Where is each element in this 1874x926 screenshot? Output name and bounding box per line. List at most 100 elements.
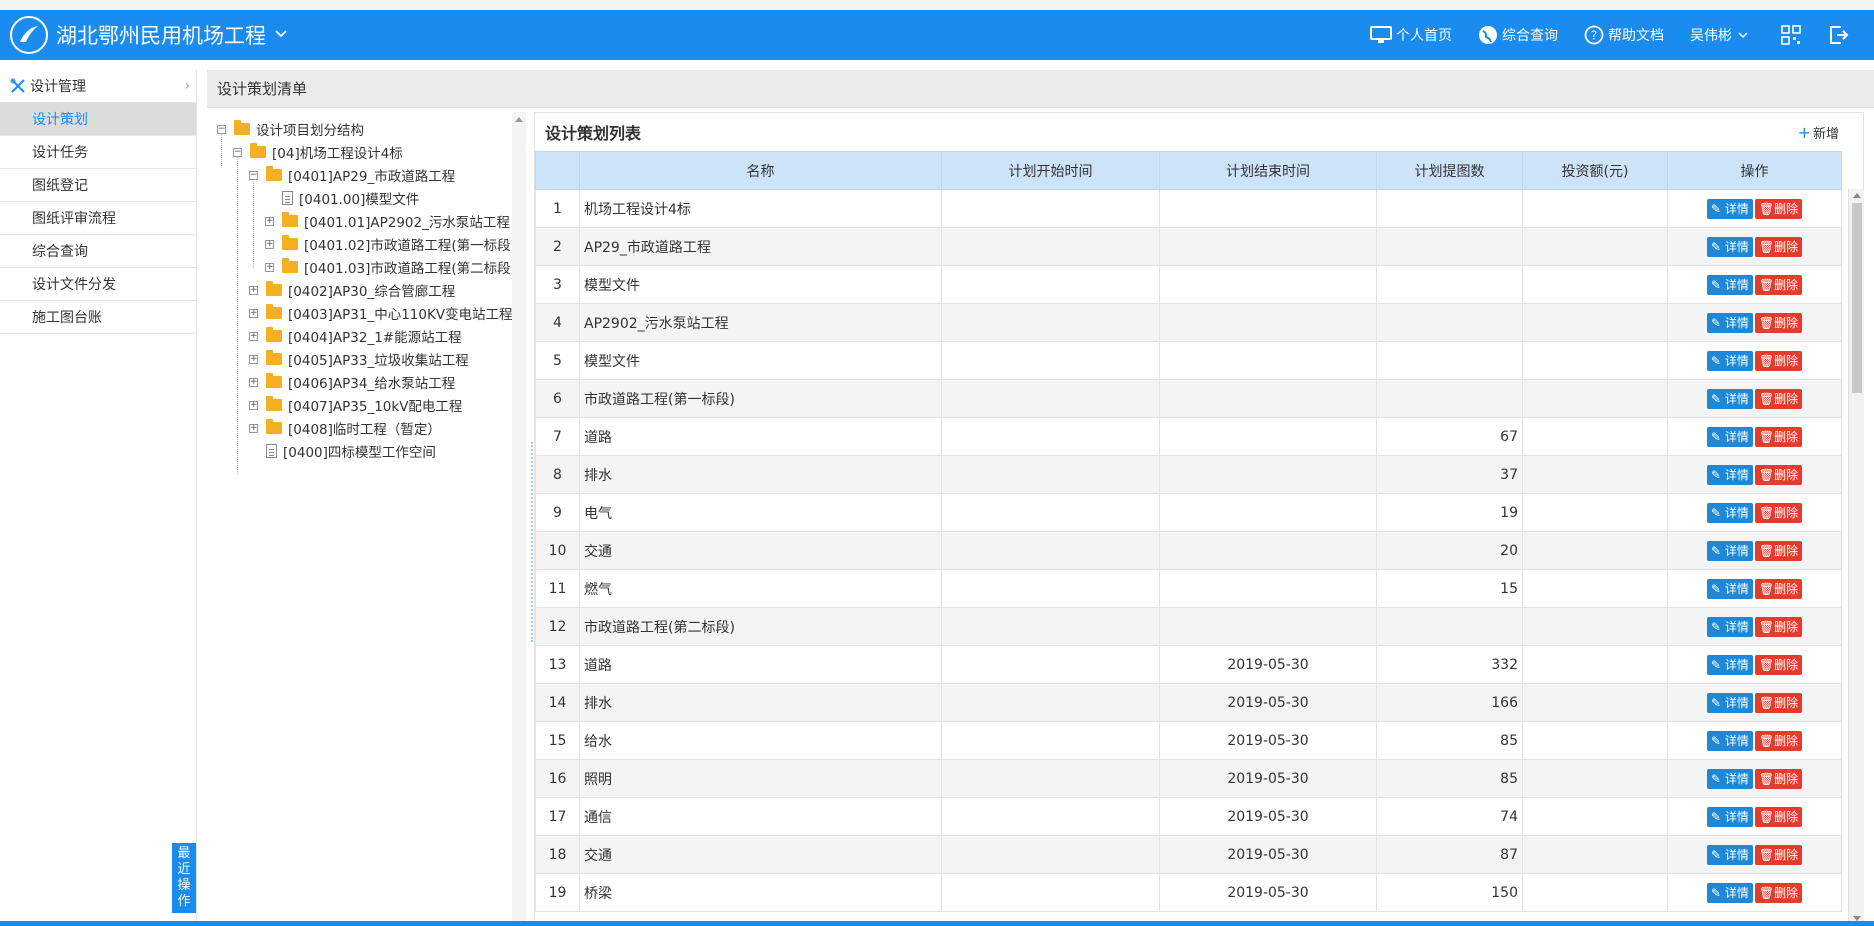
delete-button[interactable]: 🗑删除 [1754, 730, 1803, 751]
table-row[interactable]: 17 通信 2019-05-30 74 ✎ 详情 🗑删除 [535, 797, 1842, 836]
detail-button[interactable]: ✎ 详情 [1706, 388, 1753, 409]
delete-button[interactable]: 🗑删除 [1754, 388, 1803, 409]
delete-button[interactable]: 🗑删除 [1754, 882, 1803, 903]
tree-node-0400[interactable]: [0400]四标模型工作空间 [249, 438, 436, 464]
table-row[interactable]: 12 市政道路工程(第二标段) ✎ 详情 🗑删除 [535, 607, 1842, 646]
detail-button[interactable]: ✎ 详情 [1706, 540, 1753, 561]
detail-button[interactable]: ✎ 详情 [1706, 236, 1753, 257]
chevron-down-icon[interactable] [274, 27, 288, 43]
delete-button[interactable]: 🗑删除 [1754, 236, 1803, 257]
delete-button[interactable]: 🗑删除 [1754, 844, 1803, 865]
detail-button[interactable]: ✎ 详情 [1706, 578, 1753, 599]
nav-query[interactable]: 综合查询 [1478, 25, 1558, 45]
delete-button[interactable]: 🗑删除 [1754, 806, 1803, 827]
delete-button[interactable]: 🗑删除 [1754, 502, 1803, 523]
detail-button[interactable]: ✎ 详情 [1706, 464, 1753, 485]
add-button[interactable]: + 新增 [1798, 123, 1839, 142]
expand-icon[interactable]: + [249, 285, 258, 295]
table-row[interactable]: 2 AP29_市政道路工程 ✎ 详情 🗑删除 [535, 227, 1842, 266]
expand-icon[interactable]: + [265, 239, 274, 249]
table-scrollbar[interactable] [1848, 189, 1864, 925]
detail-button[interactable]: ✎ 详情 [1706, 616, 1753, 637]
table-row[interactable]: 14 排水 2019-05-30 166 ✎ 详情 🗑删除 [535, 683, 1842, 722]
table-row[interactable]: 16 照明 2019-05-30 85 ✎ 详情 🗑删除 [535, 759, 1842, 798]
tree-scrollbar[interactable] [512, 112, 526, 926]
delete-button[interactable]: 🗑删除 [1754, 540, 1803, 561]
table-row[interactable]: 13 道路 2019-05-30 332 ✎ 详情 🗑删除 [535, 645, 1842, 684]
table-row[interactable]: 8 排水 37 ✎ 详情 🗑删除 [535, 455, 1842, 494]
delete-button[interactable]: 🗑删除 [1754, 350, 1803, 371]
detail-button[interactable]: ✎ 详情 [1706, 426, 1753, 447]
detail-button[interactable]: ✎ 详情 [1706, 502, 1753, 523]
col-count[interactable]: 计划提图数 [1376, 151, 1523, 190]
scroll-thumb[interactable] [1852, 203, 1862, 393]
delete-button[interactable]: 🗑删除 [1754, 578, 1803, 599]
table-row[interactable]: 19 桥梁 2019-05-30 150 ✎ 详情 🗑删除 [535, 873, 1842, 912]
nav-home-label: 个人首页 [1396, 28, 1452, 44]
sidebar-section-design-management[interactable]: 设计管理 › [0, 70, 196, 103]
table-row[interactable]: 9 电气 19 ✎ 详情 🗑删除 [535, 493, 1842, 532]
sidebar-item-design-task[interactable]: 设计任务 [0, 136, 196, 169]
delete-button[interactable]: 🗑删除 [1754, 464, 1803, 485]
col-invest[interactable]: 投资额(元) [1522, 151, 1668, 190]
table-row[interactable]: 5 模型文件 ✎ 详情 🗑删除 [535, 341, 1842, 380]
sidebar-item-design-plan[interactable]: 设计策划 [0, 103, 196, 136]
logout-icon[interactable] [1826, 22, 1852, 48]
collapse-icon[interactable]: − [233, 147, 242, 157]
delete-button[interactable]: 🗑删除 [1754, 654, 1803, 675]
col-start[interactable]: 计划开始时间 [941, 151, 1160, 190]
table-row[interactable]: 18 交通 2019-05-30 87 ✎ 详情 🗑删除 [535, 835, 1842, 874]
delete-button[interactable]: 🗑删除 [1754, 274, 1803, 295]
scroll-up-icon[interactable] [1853, 193, 1861, 198]
table-row[interactable]: 15 给水 2019-05-30 85 ✎ 详情 🗑删除 [535, 721, 1842, 760]
table-row[interactable]: 11 燃气 15 ✎ 详情 🗑删除 [535, 569, 1842, 608]
nav-home[interactable]: 个人首页 [1370, 25, 1452, 45]
delete-button[interactable]: 🗑删除 [1754, 692, 1803, 713]
expand-icon[interactable]: + [249, 377, 258, 387]
nav-help[interactable]: ? 帮助文档 [1584, 25, 1664, 45]
app-title[interactable]: 湖北鄂州民用机场工程 [56, 20, 266, 50]
detail-button[interactable]: ✎ 详情 [1706, 844, 1753, 865]
expand-icon[interactable]: + [249, 308, 258, 318]
detail-button[interactable]: ✎ 详情 [1706, 312, 1753, 333]
sidebar-item-query[interactable]: 综合查询 [0, 235, 196, 268]
expand-icon[interactable]: + [249, 423, 258, 433]
delete-button[interactable]: 🗑删除 [1754, 768, 1803, 789]
expand-icon[interactable]: + [249, 400, 258, 410]
delete-button[interactable]: 🗑删除 [1754, 198, 1803, 219]
qrcode-icon[interactable] [1778, 22, 1804, 48]
detail-button[interactable]: ✎ 详情 [1706, 730, 1753, 751]
detail-button[interactable]: ✎ 详情 [1706, 274, 1753, 295]
sidebar-item-drawing-register[interactable]: 图纸登记 [0, 169, 196, 202]
table-row[interactable]: 6 市政道路工程(第一标段) ✎ 详情 🗑删除 [535, 379, 1842, 418]
sidebar-item-drawing-review[interactable]: 图纸评审流程 [0, 202, 196, 235]
expand-icon[interactable]: + [265, 216, 274, 226]
row-actions: ✎ 详情 🗑删除 [1667, 417, 1842, 456]
table-row[interactable]: 4 AP2902_污水泵站工程 ✎ 详情 🗑删除 [535, 303, 1842, 342]
sidebar-item-construction-ledger[interactable]: 施工图台账 [0, 301, 196, 334]
table-row[interactable]: 3 模型文件 ✎ 详情 🗑删除 [535, 265, 1842, 304]
col-name[interactable]: 名称 [579, 151, 942, 190]
expand-icon[interactable]: + [249, 331, 258, 341]
expand-icon[interactable]: + [265, 262, 274, 272]
collapse-icon[interactable]: − [217, 124, 226, 134]
collapse-icon[interactable]: − [249, 170, 258, 180]
col-end[interactable]: 计划结束时间 [1159, 151, 1377, 190]
table-row[interactable]: 7 道路 67 ✎ 详情 🗑删除 [535, 417, 1842, 456]
detail-button[interactable]: ✎ 详情 [1706, 882, 1753, 903]
delete-button[interactable]: 🗑删除 [1754, 616, 1803, 637]
user-menu[interactable]: 吴伟彬 [1690, 25, 1752, 45]
recent-operations-tab[interactable]: 最近操作 [172, 843, 196, 913]
expand-icon[interactable]: + [249, 354, 258, 364]
table-row[interactable]: 1 机场工程设计4标 ✎ 详情 🗑删除 [535, 189, 1842, 228]
detail-button[interactable]: ✎ 详情 [1706, 806, 1753, 827]
detail-button[interactable]: ✎ 详情 [1706, 692, 1753, 713]
detail-button[interactable]: ✎ 详情 [1706, 768, 1753, 789]
delete-button[interactable]: 🗑删除 [1754, 426, 1803, 447]
table-row[interactable]: 10 交通 20 ✎ 详情 🗑删除 [535, 531, 1842, 570]
detail-button[interactable]: ✎ 详情 [1706, 654, 1753, 675]
delete-button[interactable]: 🗑删除 [1754, 312, 1803, 333]
sidebar-item-file-distribution[interactable]: 设计文件分发 [0, 268, 196, 301]
detail-button[interactable]: ✎ 详情 [1706, 198, 1753, 219]
detail-button[interactable]: ✎ 详情 [1706, 350, 1753, 371]
